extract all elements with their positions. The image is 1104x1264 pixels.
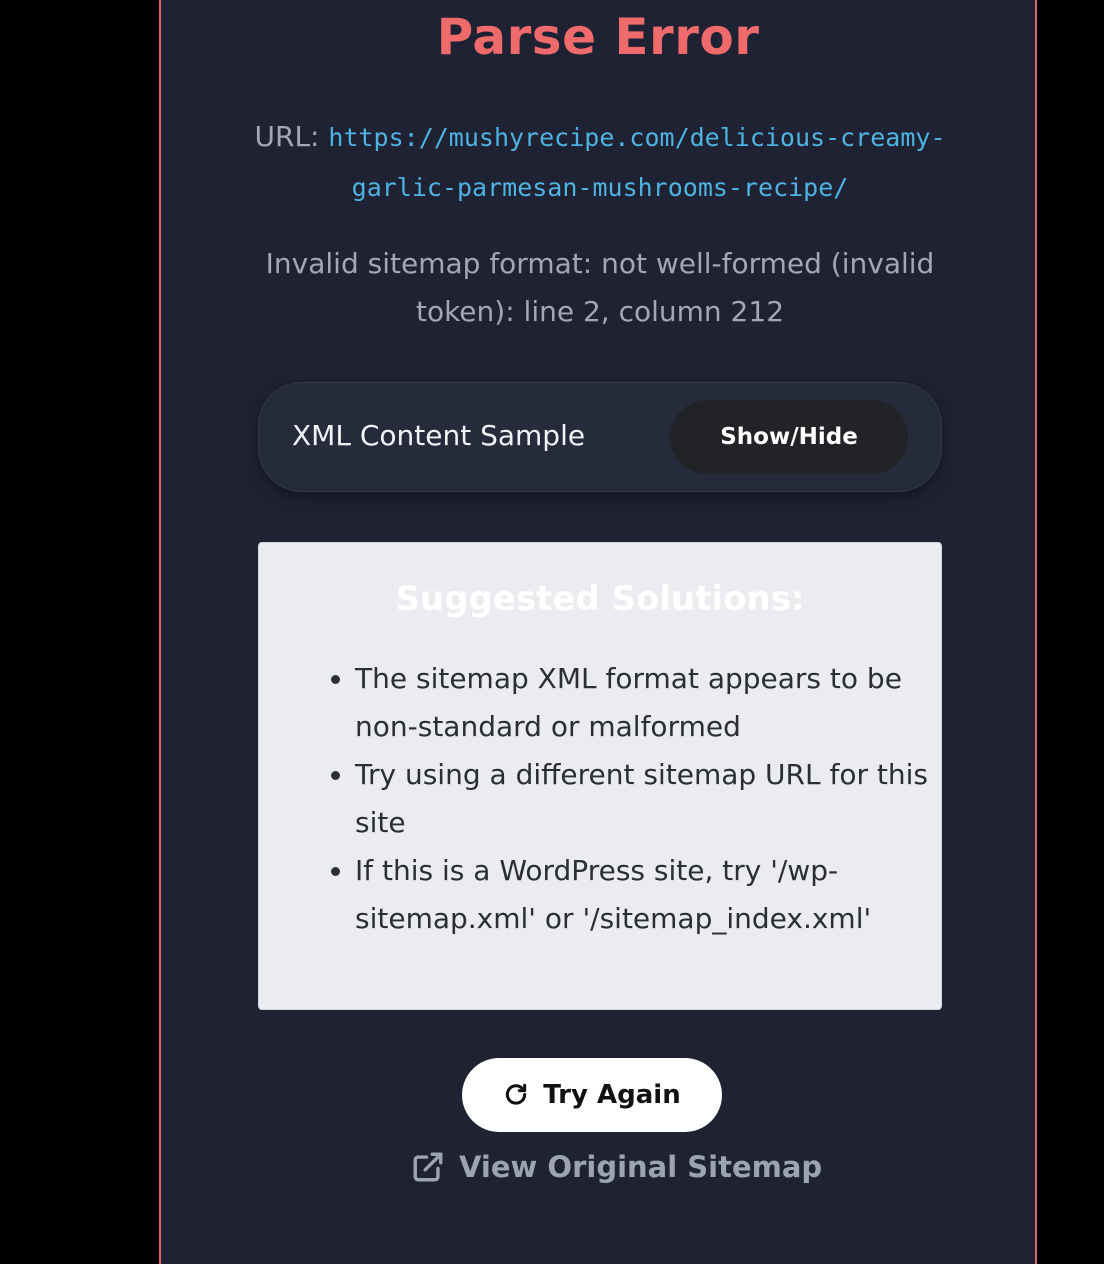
- url-label: URL:: [254, 120, 320, 153]
- show-hide-button[interactable]: Show/Hide: [670, 400, 908, 474]
- suggested-solutions-box: Suggested Solutions: The sitemap XML for…: [258, 542, 942, 1010]
- solutions-list: The sitemap XML format appears to be non…: [309, 655, 955, 943]
- list-item: Try using a different sitemap URL for th…: [355, 751, 955, 847]
- error-panel: Parse Error URL: https://mushyrecipe.com…: [159, 0, 1037, 1264]
- external-link-icon: [411, 1150, 445, 1184]
- sitemap-url-link[interactable]: https://mushyrecipe.com/delicious-creamy…: [328, 123, 945, 202]
- solutions-title: Suggested Solutions:: [395, 579, 805, 619]
- xml-sample-panel: XML Content Sample Show/Hide: [258, 382, 942, 492]
- try-again-label: Try Again: [543, 1080, 681, 1110]
- refresh-icon: [503, 1082, 529, 1108]
- error-message: Invalid sitemap format: not well-formed …: [265, 247, 935, 328]
- view-original-sitemap-link[interactable]: View Original Sitemap: [411, 1150, 822, 1184]
- try-again-button[interactable]: Try Again: [462, 1058, 722, 1132]
- xml-sample-label: XML Content Sample: [292, 419, 586, 452]
- url-line: URL: https://mushyrecipe.com/delicious-c…: [241, 112, 959, 212]
- list-item: If this is a WordPress site, try '/wp-si…: [355, 847, 955, 943]
- view-original-label: View Original Sitemap: [459, 1150, 823, 1184]
- page-title: Parse Error: [436, 8, 760, 66]
- list-item: The sitemap XML format appears to be non…: [355, 655, 955, 751]
